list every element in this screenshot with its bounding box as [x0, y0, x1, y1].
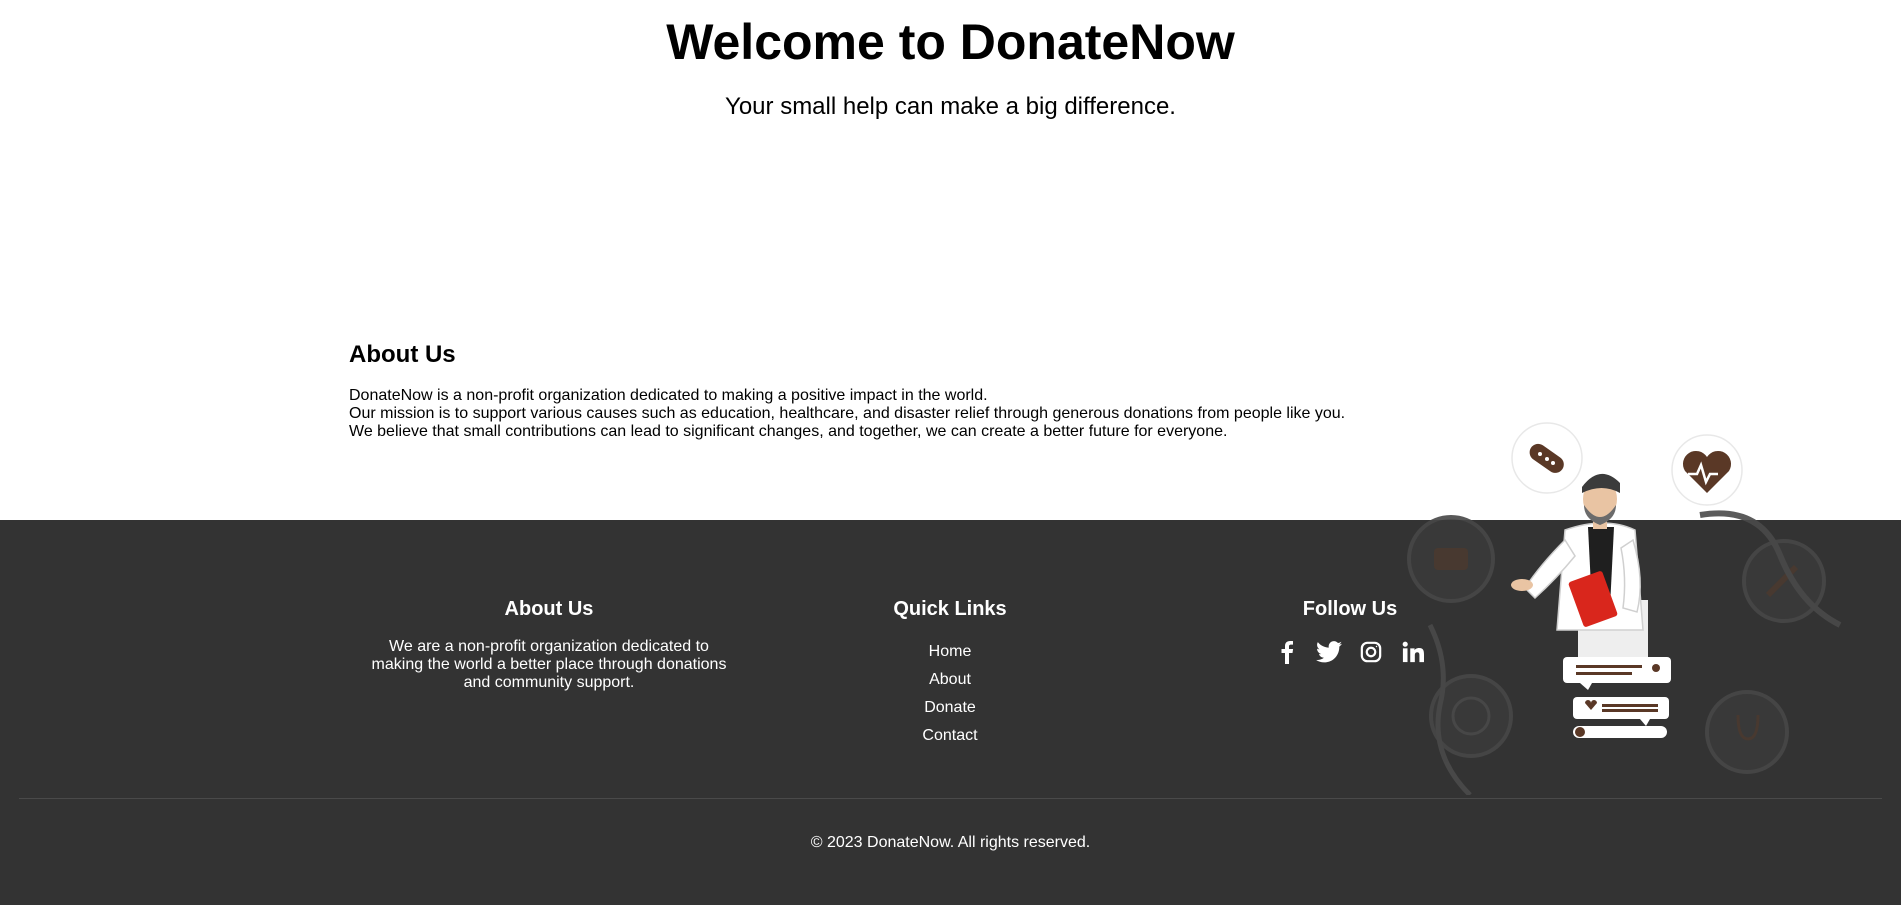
quick-link-item: Donate	[850, 694, 1050, 722]
footer-divider	[19, 798, 1882, 799]
twitter-icon[interactable]	[1315, 638, 1343, 666]
quick-link-item: Contact	[850, 722, 1050, 750]
about-heading: About Us	[349, 341, 456, 368]
instagram-icon[interactable]	[1357, 638, 1385, 666]
facebook-icon[interactable]	[1273, 638, 1301, 666]
quick-link-home[interactable]: Home	[929, 643, 972, 660]
copyright-text: © 2023 DonateNow. All rights reserved.	[810, 834, 1091, 851]
quick-link-about[interactable]: About	[929, 671, 971, 688]
chat-card-bottom	[1573, 697, 1669, 726]
about-line: We believe that small contributions can …	[349, 423, 1228, 440]
chat-card-top	[1563, 657, 1671, 690]
doctor-figure	[1511, 473, 1648, 670]
heart-badge	[1671, 434, 1743, 506]
about-line: DonateNow is a non-profit organization d…	[349, 387, 988, 404]
footer-about-heading: About Us	[504, 598, 594, 620]
hero-subtitle: Your small help can make a big differenc…	[725, 93, 1176, 120]
quick-link-item: About	[850, 666, 1050, 694]
quick-link-donate[interactable]: Donate	[924, 699, 976, 716]
footer-about-column: About Us We are a non-profit organizatio…	[369, 597, 729, 692]
about-section: About Us DonateNow is a non-profit organ…	[349, 340, 1549, 441]
footer-about-text: We are a non-profit organization dedicat…	[371, 638, 727, 691]
footer-quick-links-heading: Quick Links	[893, 598, 1007, 620]
footer-quick-links-column: Quick Links Home About Donate Contact	[850, 597, 1050, 750]
progress-card	[1573, 726, 1667, 738]
about-text: DonateNow is a non-profit organization d…	[349, 387, 1549, 441]
about-line: Our mission is to support various causes…	[349, 405, 1346, 422]
doctor-illustration	[1407, 422, 1842, 795]
quick-links-list: Home About Donate Contact	[850, 638, 1050, 750]
page-title: Welcome to DonateNow	[666, 14, 1235, 70]
quick-link-contact[interactable]: Contact	[922, 727, 977, 744]
quick-link-item: Home	[850, 638, 1050, 666]
bandage-badge	[1511, 422, 1583, 494]
